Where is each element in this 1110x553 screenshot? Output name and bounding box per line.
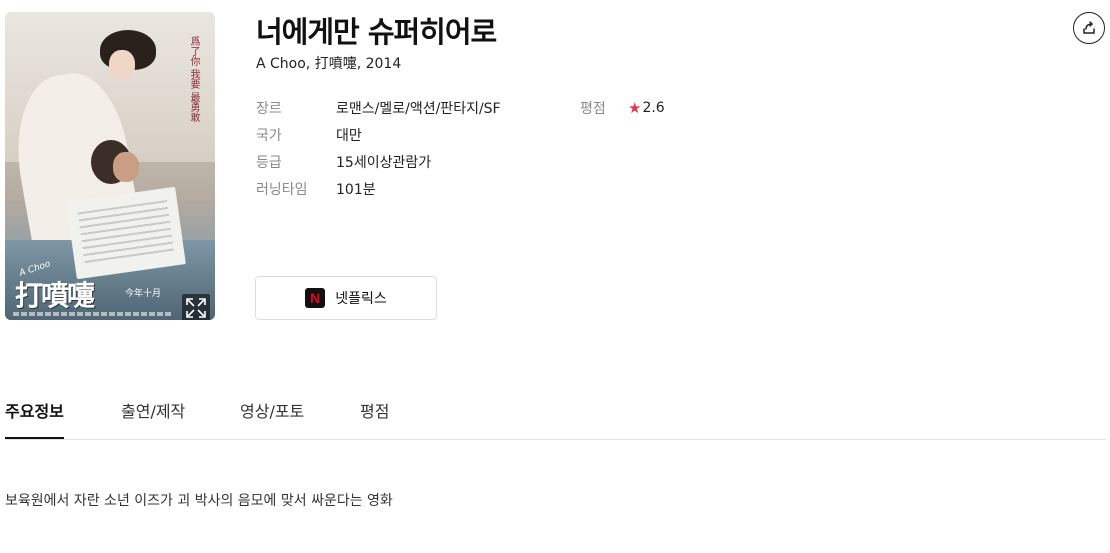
streaming-label: 넷플릭스 xyxy=(335,291,387,307)
tab-cast-crew[interactable]: 출연/제작 xyxy=(121,398,185,439)
detail-tabs: 주요정보 출연/제작 영상/포토 평점 xyxy=(5,390,1106,440)
expand-icon xyxy=(186,298,206,318)
rating-value: 2.6 xyxy=(642,99,665,116)
share-icon xyxy=(1083,21,1095,34)
poster-credits xyxy=(13,312,173,316)
poster-figure-girl-face xyxy=(109,50,135,80)
netflix-watch-button[interactable]: N 넷플릭스 xyxy=(255,276,437,320)
share-button[interactable] xyxy=(1073,12,1105,44)
netflix-logo-icon: N xyxy=(305,288,326,308)
tab-video-photo[interactable]: 영상/포토 xyxy=(240,398,304,439)
poster-tagline: 爲了你 我要 最勇敢 xyxy=(188,36,199,123)
country-value: 대만 xyxy=(336,127,362,144)
movie-info-list: 장르 로맨스/멜로/액션/판타지/SF 국가 대만 등급 15세이상관람가 러닝… xyxy=(256,94,501,202)
poster-release-text: 今年十月 xyxy=(125,289,162,299)
user-rating: 평점 ★ 2.6 xyxy=(580,94,665,121)
info-row-genre: 장르 로맨스/멜로/액션/판타지/SF xyxy=(256,94,501,121)
rating-label: 평점 xyxy=(580,100,606,117)
tab-main-info[interactable]: 주요정보 xyxy=(5,398,64,439)
star-icon: ★ xyxy=(628,98,642,117)
tab-reviews[interactable]: 평점 xyxy=(360,398,389,439)
runtime-label: 러닝타임 xyxy=(256,181,308,198)
grade-label: 등급 xyxy=(256,154,282,171)
movie-detail-page: 爲了你 我要 最勇敢 A Choo 打噴嚏 今年十月 너에게만 슈퍼히어로 A … xyxy=(0,0,1110,553)
genre-value: 로맨스/멜로/액션/판타지/SF xyxy=(336,100,501,117)
poster-figure-boy-face xyxy=(113,152,139,182)
info-row-runtime: 러닝타임 101분 xyxy=(256,175,501,202)
poster-title-art: 打噴嚏 xyxy=(15,279,95,312)
movie-synopsis: 보육원에서 자란 소년 이즈가 괴 박사의 음모에 맞서 싸운다는 영화 xyxy=(5,493,393,509)
genre-label: 장르 xyxy=(256,100,282,117)
poster-newspaper xyxy=(66,186,186,280)
info-row-rating-grade: 등급 15세이상관람가 xyxy=(256,148,501,175)
country-label: 국가 xyxy=(256,127,282,144)
runtime-value: 101분 xyxy=(336,181,376,198)
movie-poster[interactable]: 爲了你 我要 最勇敢 A Choo 打噴嚏 今年十月 xyxy=(5,12,215,320)
movie-title: 너에게만 슈퍼히어로 xyxy=(256,15,497,49)
poster-expand-button[interactable] xyxy=(182,294,210,320)
movie-original-title-year: A Choo, 打噴嚏, 2014 xyxy=(256,56,402,72)
grade-value: 15세이상관람가 xyxy=(336,154,432,171)
info-row-country: 국가 대만 xyxy=(256,121,501,148)
